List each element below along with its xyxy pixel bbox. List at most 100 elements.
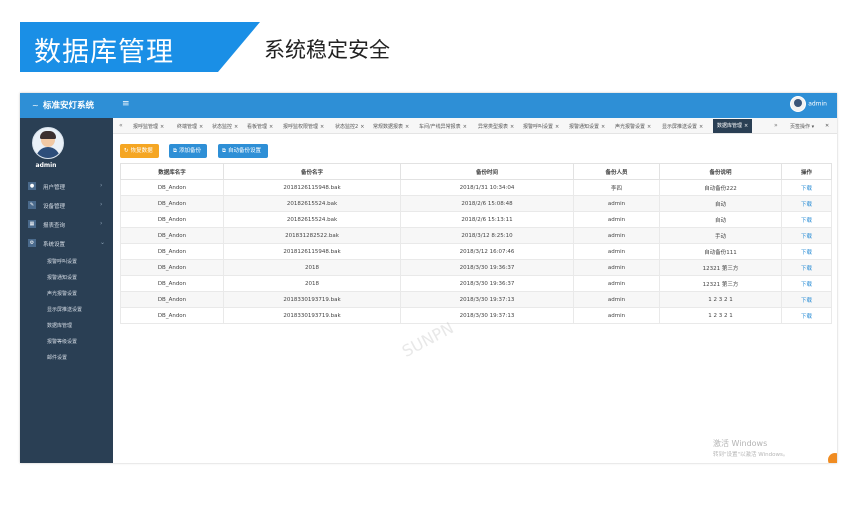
table-cell: 12321 第三方 [659,275,782,292]
table-cell: admin [573,211,660,228]
copy-icon: ⧉ [222,148,226,154]
close-icon[interactable]: × [234,124,238,130]
table-row[interactable]: DB_Andon 2018126115948.bak 2018/3/12 16:07… [120,243,832,260]
table-cell: admin [573,307,660,324]
sidebar-subitem-alarm-notify[interactable]: 报警通知设置 [20,269,113,285]
table-row[interactable]: DB_Andon 2018 2018/3/30 19:36:37 admin 12321… [120,259,832,276]
auto-backup-settings-button[interactable]: ⧉ 自动备份设置 [218,144,268,158]
restore-data-button[interactable]: ↻ 恢复数据 [120,144,159,158]
close-icon[interactable]: × [320,124,324,130]
tab-item[interactable]: 常规数据报表 × [373,123,409,130]
download-link[interactable]: 下载 [781,243,832,260]
page-ops-menu[interactable]: 页签操作 ▾ [790,123,814,130]
sidebar-nav: ● 用户管理 › ✎ 设备管理 › ▦ 报表查询 › ⚙ 系统设置 ⌄ 报警呼叫设置 报警通知设… [20,177,113,365]
sidebar-subitem-alarm-call[interactable]: 报警呼叫设置 [20,253,113,269]
tab-item[interactable]: 报警通知设置 × [569,123,605,130]
sidebar-subitem-label: 显示屏推送设置 [47,307,83,313]
tab-label: 报呼监管理 [133,124,159,130]
close-icon[interactable]: × [601,124,605,130]
download-link[interactable]: 下载 [781,227,832,244]
download-link[interactable]: 下载 [781,291,832,308]
close-icon[interactable]: × [555,124,559,130]
download-link[interactable]: 下载 [781,307,832,324]
sidebar-item-reports[interactable]: ▦ 报表查询 › [20,215,113,234]
download-link[interactable]: 下载 [781,259,832,276]
close-all-icon[interactable]: ✕ [825,123,829,129]
sidebar-subitem-label: 报警呼叫设置 [47,259,78,265]
tab-next-icon[interactable]: » [774,122,778,129]
sidebar-item-settings[interactable]: ⚙ 系统设置 ⌄ [20,234,113,253]
sidebar-subitem-label: 邮件设置 [47,355,68,361]
column-header[interactable]: 备份人员 [573,163,660,180]
tab-item[interactable]: 报警呼叫设置 × [523,123,559,130]
table-row[interactable]: DB_Andon 2018126115948.bak 2018/1/31 10:34… [120,179,832,196]
column-header[interactable]: 备份时间 [400,163,574,180]
tab-item[interactable]: 状态监控2 × [335,123,364,130]
download-link[interactable]: 下载 [781,211,832,228]
user-icon: ● [28,182,36,190]
tab-prev-icon[interactable]: « [119,122,123,129]
table-cell: DB_Andon [120,243,224,260]
column-header[interactable]: 备份说明 [659,163,782,180]
close-icon[interactable]: × [405,124,409,130]
menu-toggle-icon[interactable]: ≡ [122,99,130,109]
table-cell: 自动 [659,211,782,228]
table-cell: admin [573,243,660,260]
chevron-right-icon: › [100,220,103,227]
button-label: 恢复数据 [130,148,153,154]
tab-item[interactable]: 报呼监管理 × [133,123,164,130]
close-icon[interactable]: × [463,124,467,130]
chevron-down-icon: ⌄ [100,239,106,246]
sidebar-item-users[interactable]: ● 用户管理 › [20,177,113,196]
close-icon[interactable]: × [360,124,364,130]
sidebar-subitem-mail[interactable]: 邮件设置 [20,349,113,365]
download-link[interactable]: 下载 [781,179,832,196]
table-row[interactable]: DB_Andon 201831282522.bak 2018/3/12 8:25:1… [120,227,832,244]
user-menu[interactable]: admin [790,96,827,112]
sidebar-subitem-database[interactable]: 数据库管理 [20,317,113,333]
column-header[interactable]: 操作 [781,163,832,180]
table-row[interactable]: DB_Andon 20182615524.bak 2018/2/6 15:08:48… [120,195,832,212]
close-icon[interactable]: × [699,124,703,130]
table-row[interactable]: DB_Andon 2018330193719.bak 2018/3/30 19:37… [120,307,832,324]
close-icon[interactable]: × [647,124,651,130]
add-backup-button[interactable]: ⧉ 添加备份 [169,144,207,158]
table-header-row: 数据库名字 备份名字 备份时间 备份人员 备份说明 操作 [120,163,832,180]
tab-item[interactable]: 报呼监权限管理 × [283,123,324,130]
tab-item[interactable]: 显示屏推送设置 × [662,123,703,130]
tab-item[interactable]: 终端管理 × [177,123,203,130]
sidebar-subitem-sound-light[interactable]: 声光报警设置 [20,285,113,301]
corner-badge-icon[interactable] [828,453,837,463]
sidebar-subitem-display-push[interactable]: 显示屏推送设置 [20,301,113,317]
table-cell: 2018/3/30 19:36:37 [400,275,574,292]
close-icon[interactable]: × [269,124,273,130]
column-header[interactable]: 备份名字 [223,163,401,180]
tab-item[interactable]: 异常类型报表 × [478,123,514,130]
tab-item[interactable]: 状态监控 × [212,123,238,130]
table-row[interactable]: DB_Andon 2018 2018/3/30 19:36:37 admin 12321… [120,275,832,292]
table-cell: DB_Andon [120,291,224,308]
banner-subtitle: 系统稳定安全 [264,38,390,62]
table-cell: DB_Andon [120,275,224,292]
table-cell: 自动 [659,195,782,212]
table-row[interactable]: DB_Andon 20182615524.bak 2018/2/6 15:13:11… [120,211,832,228]
tab-database-active[interactable]: 数据库管理 × [713,119,753,133]
close-icon[interactable]: × [744,123,748,129]
table-row[interactable]: DB_Andon 2018330193719.bak 2018/3/30 19:37… [120,291,832,308]
sidebar-item-devices[interactable]: ✎ 设备管理 › [20,196,113,215]
column-header[interactable]: 数据库名字 [120,163,224,180]
tab-item[interactable]: 看板管理 × [247,123,273,130]
app-logo[interactable]: ~ 标准安灯系统 [32,99,94,111]
tab-label: 看板管理 [247,124,268,130]
tab-item[interactable]: 声光报警设置 × [615,123,651,130]
download-link[interactable]: 下载 [781,195,832,212]
sidebar-item-label: 用户管理 [43,185,66,191]
close-icon[interactable]: × [160,124,164,130]
close-icon[interactable]: × [510,124,514,130]
windows-activation-title: 激活 Windows [713,439,768,448]
close-icon[interactable]: × [199,124,203,130]
copy-icon: ⧉ [173,148,177,154]
tab-item[interactable]: 车间/产线异常报表 × [419,123,467,130]
download-link[interactable]: 下载 [781,275,832,292]
sidebar-subitem-alarm-level[interactable]: 报警等级设置 [20,333,113,349]
